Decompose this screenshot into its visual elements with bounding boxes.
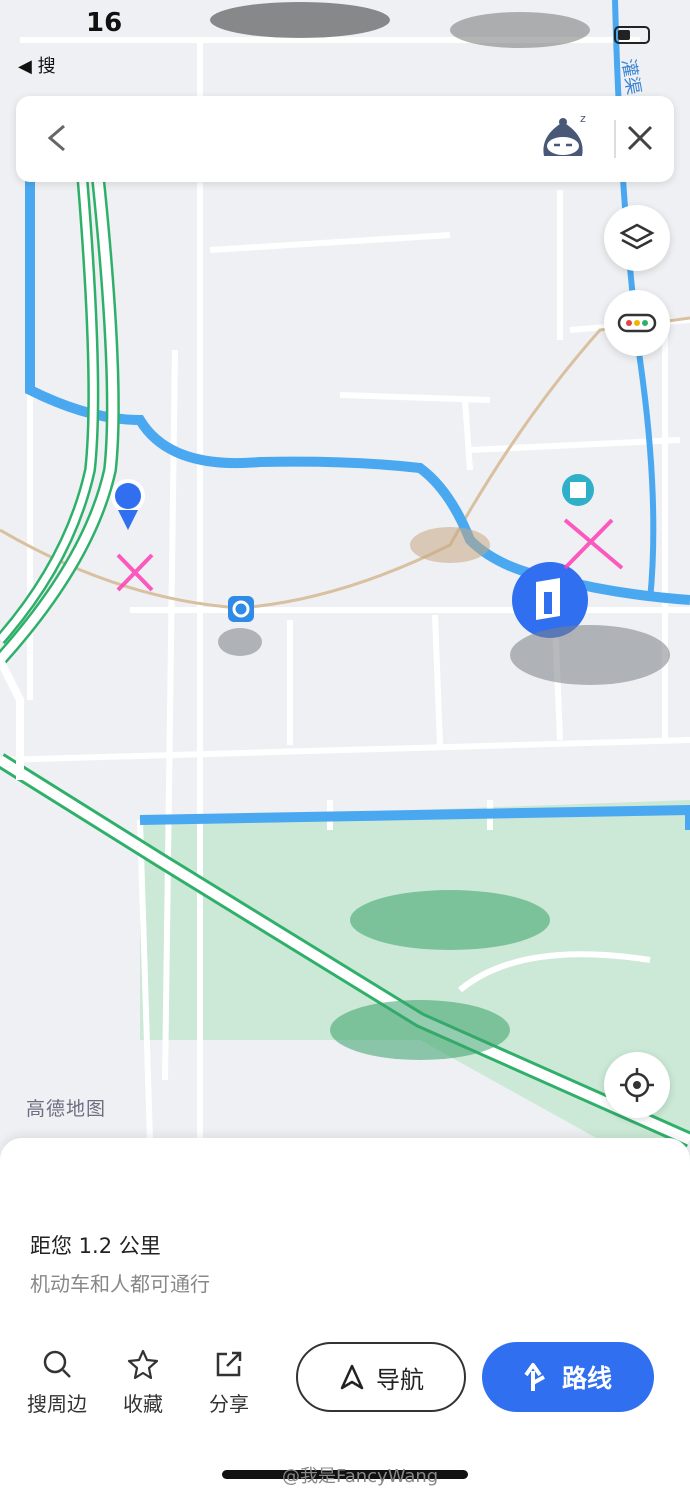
layers-icon <box>619 223 655 250</box>
svg-text:z: z <box>580 112 586 125</box>
locate-icon <box>620 1068 654 1102</box>
back-button[interactable] <box>38 118 78 158</box>
star-icon <box>127 1349 159 1380</box>
close-icon <box>627 125 653 151</box>
back-to-app-link[interactable]: ◀ 搜 <box>18 52 56 78</box>
traffic-button[interactable] <box>604 290 670 356</box>
distance-text: 距您 1.2 公里 <box>30 1234 161 1258</box>
passable-text: 机动车和人都可通行 <box>30 1272 210 1296</box>
status-time: 16 <box>86 8 123 38</box>
navigation-arrow-icon <box>340 1364 364 1390</box>
watermark: @我是FancyWang <box>282 1466 439 1487</box>
search-nearby-label: 搜周边 <box>27 1392 87 1416</box>
poi-detail-sheet: 距您 1.2 公里 机动车和人都可通行 搜周边 收藏 分享 导航 路线 <box>0 1138 690 1494</box>
chevron-left-icon <box>47 124 65 152</box>
share-icon <box>216 1351 242 1377</box>
route-arrow-icon <box>524 1363 545 1391</box>
status-bar: 16 ◀ 搜 <box>0 0 690 90</box>
top-search-bar: z <box>16 96 674 182</box>
metro-station-icon[interactable] <box>228 596 254 622</box>
assistant-avatar-button[interactable]: z <box>536 112 590 166</box>
navigate-button[interactable]: 导航 <box>296 1342 466 1412</box>
locate-button[interactable] <box>604 1052 670 1118</box>
favorite-label: 收藏 <box>123 1392 163 1416</box>
share-label: 分享 <box>209 1392 249 1416</box>
route-button[interactable]: 路线 <box>482 1342 654 1412</box>
favorite-button[interactable]: 收藏 <box>98 1348 188 1417</box>
navigate-label: 导航 <box>376 1365 424 1394</box>
building-poi-icon[interactable] <box>562 474 594 506</box>
traffic-icon <box>617 313 657 333</box>
search-nearby-button[interactable]: 搜周边 <box>12 1348 102 1417</box>
action-bar: 搜周边 收藏 分享 导航 路线 <box>0 1328 690 1428</box>
close-button[interactable] <box>618 116 662 160</box>
sleepy-assistant-icon: z <box>543 112 586 156</box>
battery-icon <box>614 26 650 44</box>
map-brand-logo: 高德地图 <box>26 1098 107 1120</box>
layers-button[interactable] <box>604 205 670 271</box>
share-button[interactable]: 分享 <box>184 1348 274 1417</box>
route-label: 路线 <box>561 1364 612 1393</box>
search-icon <box>43 1350 71 1378</box>
toolbar-divider <box>614 120 616 158</box>
